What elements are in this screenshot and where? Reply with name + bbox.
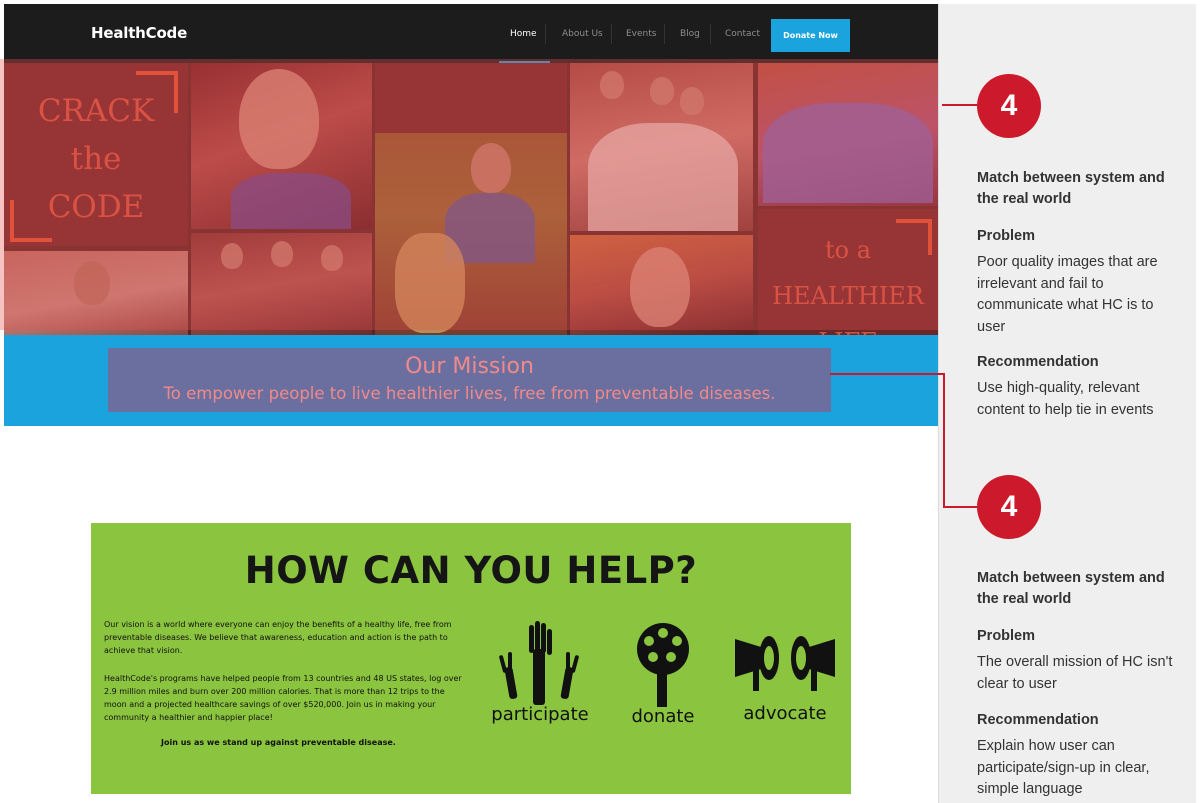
mission-title: Our Mission: [405, 354, 534, 379]
face-shape: [221, 243, 243, 269]
shirt-shape: [588, 123, 738, 231]
nav-contact[interactable]: Contact: [725, 29, 760, 39]
crack-line: CRACK: [37, 93, 155, 129]
money-tree-icon[interactable]: [625, 619, 701, 709]
face-shape: [630, 247, 690, 327]
leader-line: [830, 373, 944, 375]
crack-the-code-tile: CRACK the CODE: [4, 63, 188, 246]
face-shape: [74, 261, 110, 305]
site-logo[interactable]: HealthCode: [91, 24, 187, 42]
healthier-line: to a: [824, 236, 872, 264]
annotation-number-badge: 4: [977, 475, 1041, 539]
shirt-shape: [763, 103, 933, 203]
to-a-healthier-life-tile: to a HEALTHIER LIFE: [758, 209, 938, 335]
man-photo: [4, 251, 188, 335]
leader-line: [942, 104, 978, 106]
mission-statement: To empower people to live healthier live…: [163, 384, 776, 403]
donate-label[interactable]: donate: [619, 706, 707, 727]
how-can-you-help-section: HOW CAN YOU HELP? Our vision is a world …: [91, 523, 851, 794]
crack-line: CODE: [47, 189, 145, 225]
face-shape: [600, 71, 624, 99]
face-shape: [239, 69, 319, 169]
kids-group-photo: [191, 233, 372, 335]
shirt-shape: [231, 173, 351, 229]
help-paragraph-programs: HealthCode's programs have helped people…: [104, 674, 462, 722]
top-navbar: HealthCode Home About Us Events Blog Con…: [4, 4, 938, 63]
raised-hands-icon[interactable]: [495, 619, 585, 709]
problem-label: Problem: [977, 228, 1036, 244]
healthier-line: LIFE: [758, 319, 938, 335]
face-shape: [471, 143, 511, 193]
website-screenshot: HealthCode Home About Us Events Blog Con…: [4, 4, 938, 803]
annotation-heading: Match between system and the real world: [977, 170, 1165, 207]
crack-the-code-text: CRACK the CODE: [4, 87, 188, 231]
annotation-heading: Match between system and the real world: [977, 570, 1165, 607]
help-paragraph-vision: Our vision is a world where everyone can…: [104, 620, 452, 655]
leader-line: [943, 373, 945, 507]
megaphones-icon[interactable]: [731, 625, 839, 695]
participate-label[interactable]: participate: [481, 704, 599, 725]
advocate-label[interactable]: advocate: [731, 703, 839, 724]
mission-highlight-box: Our Mission To empower people to live he…: [108, 348, 831, 412]
hero-photo-collage: CRACK the CODE to a HEALTHIER: [4, 63, 938, 335]
problem-text: Poor quality images that are irrelevant …: [977, 254, 1158, 335]
face-shape: [271, 241, 293, 267]
recommendation-text: Explain how user can participate/sign-up…: [977, 738, 1150, 797]
nav-blog[interactable]: Blog: [680, 29, 700, 39]
recommendation-text: Use high-quality, relevant content to he…: [977, 380, 1154, 418]
face-shape: [680, 87, 704, 115]
donate-now-button[interactable]: Donate Now: [771, 19, 850, 52]
annotation-number-badge: 4: [977, 74, 1041, 138]
healthier-life-text: to a HEALTHIER LIFE: [758, 227, 938, 335]
group-photo-2: [758, 63, 938, 206]
crack-line: the: [70, 141, 122, 177]
nav-divider: [710, 24, 711, 44]
leader-line: [943, 506, 979, 508]
nav-divider: [545, 24, 546, 44]
group-photo-1: [570, 63, 753, 231]
recommendation-label: Recommendation: [977, 712, 1099, 728]
recommendation-label: Recommendation: [977, 354, 1099, 370]
nav-about-us[interactable]: About Us: [562, 29, 603, 39]
nav-home[interactable]: Home: [510, 29, 537, 39]
dog-shape: [395, 233, 465, 333]
woman-selfie-photo: [191, 63, 372, 229]
help-join-text: Join us as we stand up against preventab…: [161, 738, 396, 747]
help-title: HOW CAN YOU HELP?: [244, 549, 698, 592]
nav-divider: [664, 24, 665, 44]
problem-text: The overall mission of HC isn't clear to…: [977, 654, 1173, 692]
face-shape: [650, 77, 674, 105]
photo-tile-top: [375, 63, 567, 133]
woman-selfie-photo-2: [570, 235, 753, 335]
face-shape: [321, 245, 343, 271]
nav-events[interactable]: Events: [626, 29, 656, 39]
problem-label: Problem: [977, 628, 1036, 644]
nav-divider: [611, 24, 612, 44]
man-with-dog-photo: [375, 133, 567, 335]
healthier-line: HEALTHIER: [772, 282, 924, 310]
